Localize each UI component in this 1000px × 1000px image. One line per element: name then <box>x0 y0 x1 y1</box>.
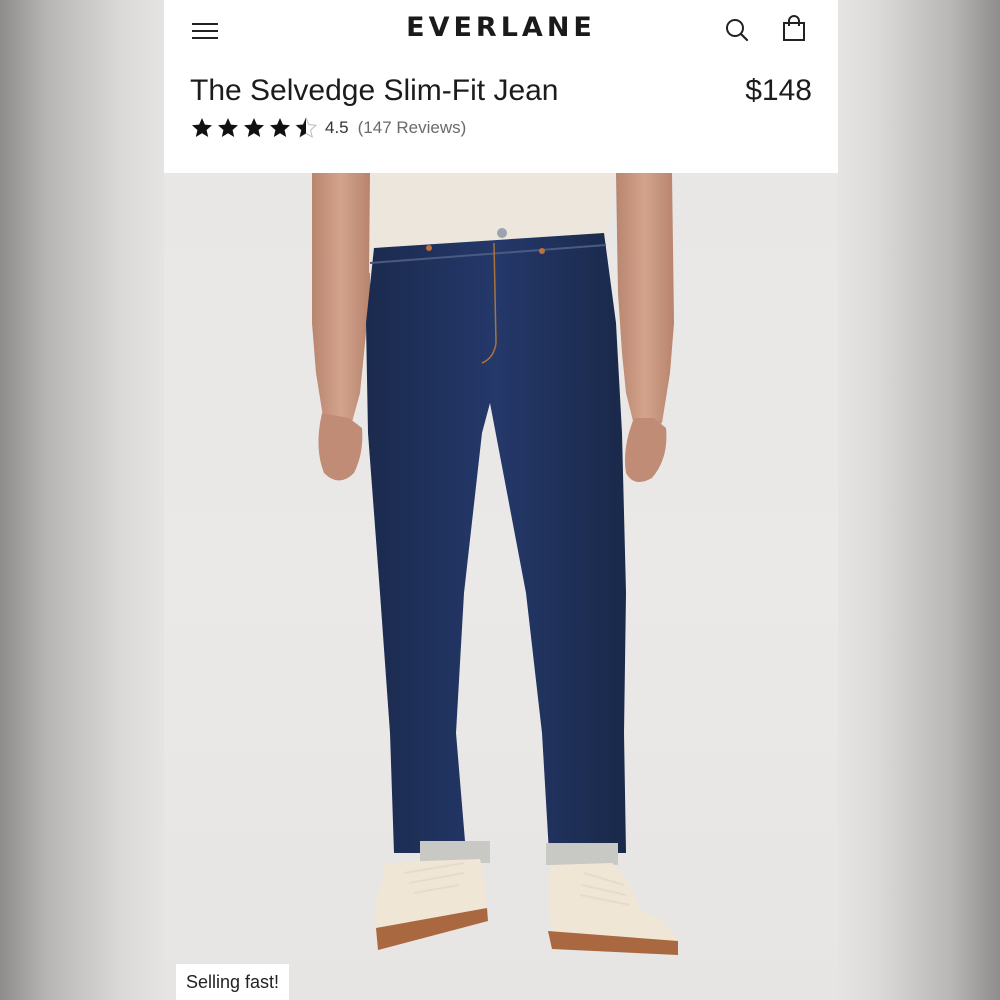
product-title: The Selvedge Slim-Fit Jean <box>190 74 559 107</box>
star-full-icon <box>218 118 238 137</box>
search-icon[interactable] <box>724 17 750 43</box>
rating-value: 4.5 <box>325 118 349 137</box>
star-full-icon <box>244 118 264 137</box>
star-full-icon <box>270 118 290 137</box>
rating-stars <box>189 116 319 140</box>
product-image[interactable] <box>164 173 838 1000</box>
selling-fast-badge: Selling fast! <box>176 964 290 1000</box>
product-rating[interactable]: 4.5 (147 Reviews) <box>189 116 466 140</box>
blurred-backdrop-right <box>838 0 1000 1000</box>
star-half-icon <box>294 116 318 139</box>
product-price: $148 <box>745 74 812 107</box>
model-wearing-jeans-image <box>312 173 678 955</box>
reviews-link[interactable]: (147 Reviews) <box>358 118 467 138</box>
product-header: EVERLANE The Selvedge Slim-Fit Jean $148 <box>164 0 838 173</box>
blurred-backdrop-left <box>0 0 164 1000</box>
product-page: EVERLANE The Selvedge Slim-Fit Jean $148 <box>164 0 838 1000</box>
shopping-bag-icon[interactable] <box>780 15 808 43</box>
star-full-icon <box>192 118 212 137</box>
